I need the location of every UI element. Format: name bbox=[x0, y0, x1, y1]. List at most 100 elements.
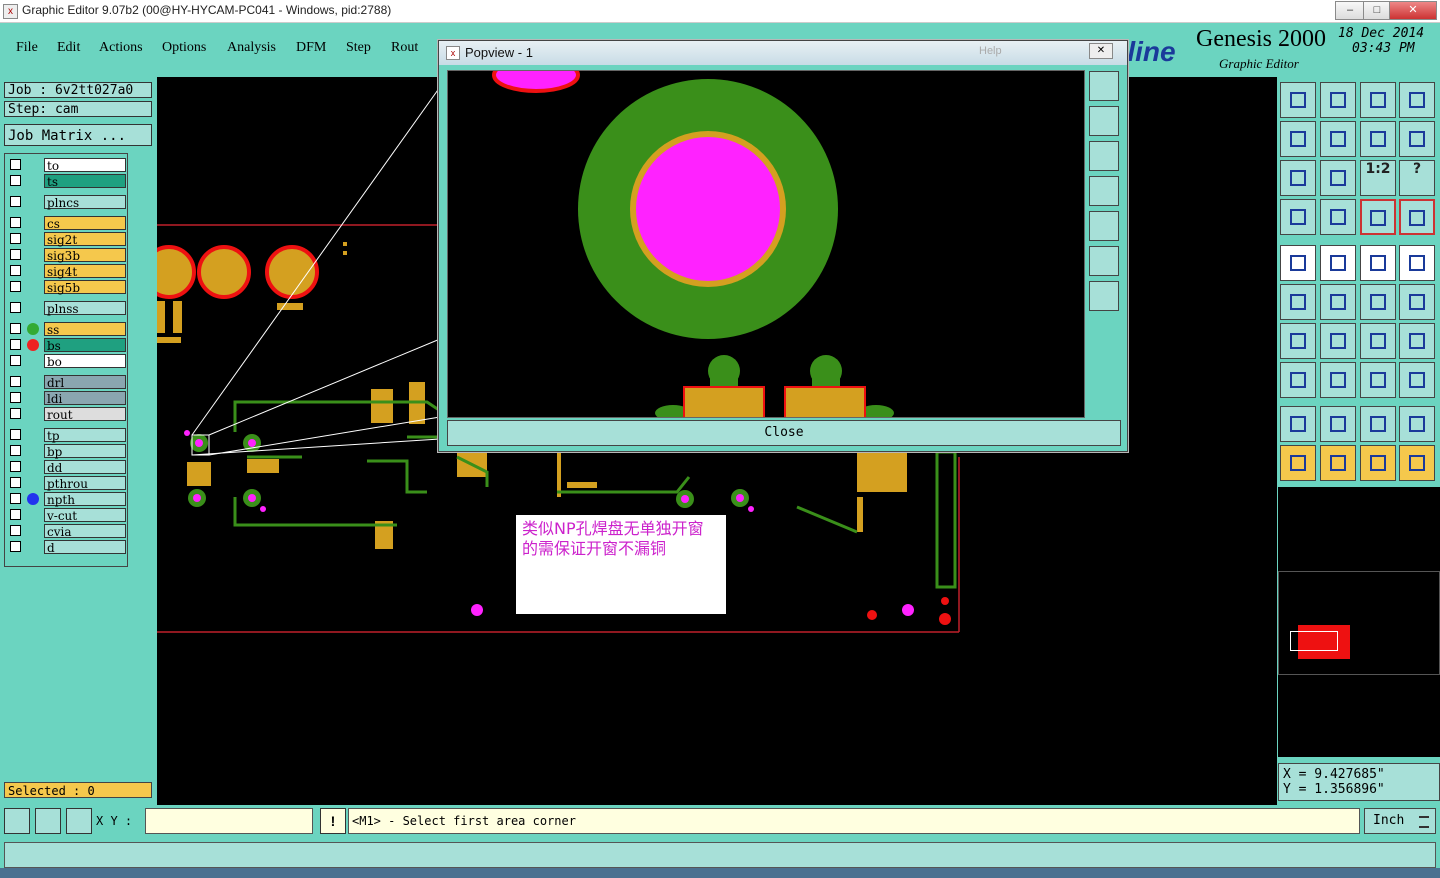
layer-row-bp[interactable]: bp bbox=[8, 444, 126, 459]
popview-pan-up-button[interactable] bbox=[1089, 106, 1119, 136]
layer-row-ss[interactable]: ss bbox=[8, 322, 126, 337]
job-matrix-button[interactable]: Job Matrix ... bbox=[4, 124, 152, 146]
pan-left-button[interactable] bbox=[1280, 121, 1316, 157]
pan-right-button[interactable] bbox=[1320, 121, 1356, 157]
feature-button[interactable] bbox=[1280, 362, 1316, 398]
minimize-button[interactable]: – bbox=[1335, 1, 1365, 20]
layer-row-sig5b[interactable]: sig5b bbox=[8, 280, 126, 295]
layer-row-npth[interactable]: npth bbox=[8, 492, 126, 507]
layer-checkbox[interactable] bbox=[10, 175, 21, 186]
zoom-center-button[interactable] bbox=[1320, 160, 1356, 196]
popview-close-button[interactable]: Close bbox=[447, 420, 1121, 446]
layer-row-d[interactable]: d bbox=[8, 540, 126, 555]
layer-row-cvia[interactable]: cvia bbox=[8, 524, 126, 539]
popview-pan-left-button[interactable] bbox=[1089, 176, 1119, 206]
layer-checkbox[interactable] bbox=[10, 541, 21, 552]
layer-row-tp[interactable]: tp bbox=[8, 428, 126, 443]
pad-button[interactable] bbox=[1399, 245, 1435, 281]
dimension-button[interactable] bbox=[1360, 362, 1396, 398]
layer-checkbox[interactable] bbox=[10, 217, 21, 228]
home-icon-button[interactable] bbox=[1360, 82, 1396, 118]
connect-nodes-button[interactable] bbox=[1280, 284, 1316, 320]
menu-analysis[interactable]: Analysis bbox=[227, 40, 276, 56]
layer-row-dd[interactable]: dd bbox=[8, 460, 126, 475]
overview-panel[interactable] bbox=[1278, 487, 1440, 757]
xy-input[interactable] bbox=[145, 808, 313, 834]
add-node-button[interactable] bbox=[1360, 284, 1396, 320]
arc-button[interactable] bbox=[1320, 323, 1356, 359]
layer-checkbox[interactable] bbox=[10, 355, 21, 366]
angle-button[interactable] bbox=[1280, 323, 1316, 359]
popview-center-button[interactable] bbox=[1089, 281, 1119, 311]
layer-row-drl[interactable]: drl bbox=[8, 375, 126, 390]
layer-row-plncs[interactable]: plncs bbox=[8, 195, 126, 210]
select-circle-button[interactable] bbox=[1360, 445, 1396, 481]
layer-checkbox[interactable] bbox=[10, 281, 21, 292]
menu-step[interactable]: Step bbox=[346, 40, 371, 56]
layer-row-ts[interactable]: ts bbox=[8, 174, 126, 189]
layer-row-plnss[interactable]: plnss bbox=[8, 301, 126, 316]
snap-mode-button[interactable] bbox=[4, 808, 30, 834]
unit-selector[interactable]: Inch bbox=[1364, 808, 1436, 834]
help-button[interactable]: ? bbox=[1399, 160, 1435, 196]
layer-checkbox[interactable] bbox=[10, 323, 21, 334]
layer-compare-red-button[interactable] bbox=[1399, 199, 1435, 235]
measure-mode-button[interactable] bbox=[35, 808, 61, 834]
layer-checkbox[interactable] bbox=[10, 265, 21, 276]
layer-checkbox[interactable] bbox=[10, 429, 21, 440]
triangle-move-button[interactable] bbox=[1399, 406, 1435, 442]
menu-edit[interactable]: Edit bbox=[57, 40, 80, 56]
swap-view-button[interactable] bbox=[1360, 121, 1396, 157]
layer-checkbox[interactable] bbox=[10, 408, 21, 419]
snap-settings-button[interactable] bbox=[1280, 199, 1316, 235]
layer-checkbox[interactable] bbox=[10, 376, 21, 387]
layer-row-sig3b[interactable]: sig3b bbox=[8, 248, 126, 263]
line-button[interactable] bbox=[1320, 362, 1356, 398]
layer-checkbox[interactable] bbox=[10, 445, 21, 456]
fit-screen-button[interactable] bbox=[1280, 160, 1316, 196]
select-multi-button[interactable] bbox=[1399, 445, 1435, 481]
layer-checkbox[interactable] bbox=[10, 525, 21, 536]
triangle-button[interactable] bbox=[1320, 406, 1356, 442]
layer-row-rout[interactable]: rout bbox=[8, 407, 126, 422]
maximize-button[interactable]: □ bbox=[1363, 1, 1391, 20]
layer-checkbox[interactable] bbox=[10, 461, 21, 472]
layer-row-cs[interactable]: cs bbox=[8, 216, 126, 231]
grid-button[interactable] bbox=[1320, 199, 1356, 235]
grid-snap-button[interactable] bbox=[66, 808, 92, 834]
select-line-button[interactable] bbox=[1320, 245, 1356, 281]
menu-options[interactable]: Options bbox=[162, 40, 206, 56]
triangle-pad-button[interactable] bbox=[1280, 406, 1316, 442]
layer-checkbox[interactable] bbox=[10, 233, 21, 244]
layer-row-sig2t[interactable]: sig2t bbox=[8, 232, 126, 247]
popview-pan-down-button[interactable] bbox=[1089, 141, 1119, 171]
zoom-back-button[interactable] bbox=[1399, 121, 1435, 157]
menu-dfm[interactable]: DFM bbox=[296, 40, 326, 56]
close-window-button[interactable]: ✕ bbox=[1389, 1, 1437, 20]
select-pad-button[interactable] bbox=[1280, 245, 1316, 281]
layer-row-ldi[interactable]: ldi bbox=[8, 391, 126, 406]
layer-row-pthrou[interactable]: pthrou bbox=[8, 476, 126, 491]
layer-checkbox[interactable] bbox=[10, 159, 21, 170]
select-box-button[interactable] bbox=[1320, 445, 1356, 481]
layer-checkbox[interactable] bbox=[10, 477, 21, 488]
warning-icon[interactable]: ! bbox=[320, 808, 346, 834]
layer-checkbox[interactable] bbox=[10, 249, 21, 260]
select-pointer-button[interactable] bbox=[1280, 445, 1316, 481]
layer-row-to[interactable]: to bbox=[8, 158, 126, 173]
rotate-button[interactable] bbox=[1360, 323, 1396, 359]
layer-checkbox[interactable] bbox=[10, 302, 21, 313]
delete-node-button[interactable] bbox=[1320, 284, 1356, 320]
popview-zoom-fit-button[interactable] bbox=[1089, 246, 1119, 276]
layer-checkbox[interactable] bbox=[10, 493, 21, 504]
popview-pan-right-button[interactable] bbox=[1089, 211, 1119, 241]
layer-row-v-cut[interactable]: v-cut bbox=[8, 508, 126, 523]
ruler-button[interactable] bbox=[1360, 245, 1396, 281]
layer-checkbox[interactable] bbox=[10, 339, 21, 350]
triangle-up-button[interactable] bbox=[1360, 406, 1396, 442]
zoom-window-button[interactable] bbox=[1399, 82, 1435, 118]
popview-zoom-in-button[interactable] bbox=[1089, 71, 1119, 101]
menu-file[interactable]: File bbox=[16, 40, 38, 56]
menu-actions[interactable]: Actions bbox=[99, 40, 143, 56]
layer-checkbox[interactable] bbox=[10, 196, 21, 207]
